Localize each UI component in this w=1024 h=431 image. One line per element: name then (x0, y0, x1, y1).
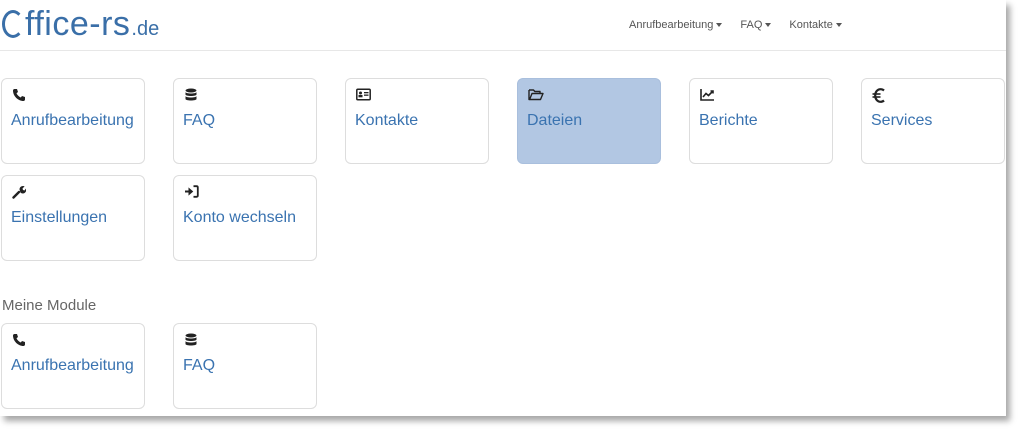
tile-einstellungen[interactable]: Einstellungen (1, 175, 145, 261)
tile-dateien[interactable]: Dateien (517, 78, 661, 164)
tile-anrufbearbeitung[interactable]: Anrufbearbeitung (1, 78, 145, 164)
logo[interactable]: ffice-rs .de (2, 4, 159, 44)
tile-label: Einstellungen (11, 209, 108, 226)
logo-tld: .de (131, 18, 160, 40)
tile-label: Services (871, 112, 933, 129)
tile-label: Dateien (527, 112, 583, 129)
tile-label: Anrufbearbeitung (11, 112, 134, 129)
nav-dropdown-anrufbearbeitung[interactable]: Anrufbearbeitung (629, 19, 723, 31)
chart-icon (700, 88, 716, 102)
tile-label: Kontakte (355, 112, 419, 129)
nav-dropdown-faq[interactable]: FAQ (740, 19, 772, 31)
module-tile-anrufbearbeitung[interactable]: Anrufbearbeitung (1, 323, 145, 409)
nav-label: Anrufbearbeitung (629, 19, 714, 31)
nav-menu: Anrufbearbeitung FAQ Kontakte (620, 0, 851, 50)
nav-label: FAQ (740, 19, 763, 31)
logo-ring-icon (2, 10, 24, 38)
tile-label: Anrufbearbeitung (11, 357, 134, 374)
app-window: ffice-rs .de Anrufbearbeitung FAQ Kontak… (0, 0, 1006, 416)
folder-open-icon (528, 88, 544, 102)
tile-label: Berichte (699, 112, 758, 129)
tile-kontakte[interactable]: Kontakte (345, 78, 489, 164)
module-tile-faq[interactable]: FAQ (173, 323, 317, 409)
tile-faq[interactable]: FAQ (173, 78, 317, 164)
caret-down-icon (716, 23, 723, 27)
database-icon (184, 333, 200, 347)
nav-dropdown-kontakte[interactable]: Kontakte (789, 19, 842, 31)
caret-down-icon (835, 23, 842, 27)
caret-down-icon (765, 23, 772, 27)
tile-label: FAQ (183, 112, 216, 129)
contact-card-icon (356, 88, 372, 102)
tile-label: FAQ (183, 357, 216, 374)
wrench-icon (12, 185, 28, 199)
tile-berichte[interactable]: Berichte (689, 78, 833, 164)
tile-label: Konto wechseln (183, 209, 296, 226)
sign-in-icon (184, 185, 200, 199)
section-title-meine-module: Meine Module (2, 297, 97, 314)
top-navbar: ffice-rs .de Anrufbearbeitung FAQ Kontak… (0, 0, 1006, 51)
nav-label: Kontakte (789, 19, 833, 31)
tile-konto-wechseln[interactable]: Konto wechseln (173, 175, 317, 261)
logo-text: ffice-rs (25, 5, 131, 43)
phone-icon (12, 333, 28, 347)
euro-icon (872, 88, 888, 103)
database-icon (184, 88, 200, 102)
tile-services[interactable]: Services (861, 78, 1005, 164)
phone-icon (12, 88, 28, 102)
